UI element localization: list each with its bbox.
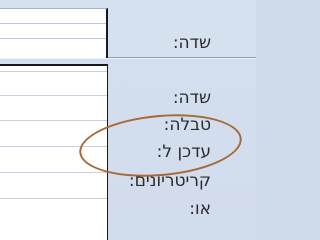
row-label-criteria: קריטריונים:	[128, 171, 211, 191]
grid-row-line	[0, 38, 106, 39]
grid-row-line	[0, 172, 107, 173]
row-label-or: או:	[189, 199, 211, 219]
grid-row-line	[0, 120, 107, 121]
row-label-field: שדה:	[172, 88, 211, 108]
grid-row-line	[0, 146, 107, 147]
row-label-update-to: עדכן ל:	[156, 142, 211, 162]
grid-row-line	[0, 95, 107, 96]
grid-row-line	[0, 23, 106, 24]
upper-field-column[interactable]	[0, 8, 108, 58]
grid-row-line	[0, 71, 107, 72]
design-grid-column[interactable]	[0, 64, 108, 240]
grid-row-line	[0, 198, 107, 199]
upper-field-label: שדה:	[172, 33, 211, 53]
row-label-table: טבלה:	[163, 115, 211, 135]
pane-splitter-highlight	[0, 58, 256, 59]
